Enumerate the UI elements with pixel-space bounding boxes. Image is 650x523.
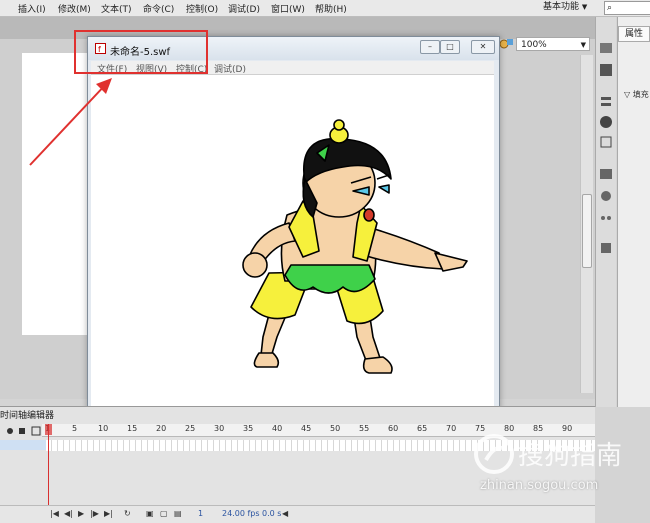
go-to-last-frame-button[interactable]: ▶|: [104, 509, 113, 518]
watermark-text: 搜狗指南: [518, 441, 622, 471]
playhead[interactable]: [48, 424, 49, 514]
tab-properties[interactable]: 属性: [618, 26, 650, 42]
ruler-label: 45: [301, 424, 312, 433]
color-icon[interactable]: [599, 41, 613, 55]
transform-icon[interactable]: [599, 135, 613, 149]
ruler-label: 15: [127, 424, 138, 433]
scroll-left-icon[interactable]: ◀: [282, 509, 288, 518]
loop-icon[interactable]: ↻: [124, 509, 131, 518]
timeline-controls: |◀ ◀| ▶ |▶ ▶| ↻ ▣ ▢ ▤ 1 24.00 fps 0.0 s …: [0, 505, 595, 523]
library-icon[interactable]: [599, 167, 613, 181]
fill-label: 填充: [632, 90, 649, 99]
ruler-label: 40: [272, 424, 283, 433]
ruler-label: 5: [72, 424, 78, 433]
step-back-button[interactable]: ◀|: [64, 509, 73, 518]
fill-section-label: ▽ 填充: [624, 89, 649, 100]
elapsed-time: 0.0 s: [262, 509, 282, 518]
watermark-url: zhinan.sogou.com: [480, 478, 599, 493]
history-icon[interactable]: [599, 241, 613, 255]
ruler-label: 60: [388, 424, 399, 433]
play-button[interactable]: ▶: [78, 509, 84, 518]
panel-dock: [595, 17, 616, 407]
info-icon[interactable]: [599, 115, 613, 129]
motion-presets-icon[interactable]: [599, 211, 613, 225]
ruler-label: 55: [359, 424, 370, 433]
chevron-down-icon: ▽: [624, 90, 631, 99]
layer-toggle-icons[interactable]: [6, 425, 46, 437]
onion-skin-icon[interactable]: ▣: [146, 509, 154, 518]
sogou-watermark-logo: 搜狗指南: [474, 434, 622, 474]
align-icon[interactable]: [599, 95, 613, 109]
go-to-first-frame-button[interactable]: |◀: [50, 509, 59, 518]
ruler-label: 50: [330, 424, 341, 433]
timeline-title: 时间轴编辑器: [0, 411, 55, 421]
ruler-label: 70: [446, 424, 457, 433]
swatches-icon[interactable]: [599, 63, 613, 77]
step-forward-button[interactable]: |▶: [90, 509, 99, 518]
onion-outline-icon[interactable]: ▢: [160, 509, 168, 518]
ruler-label: 10: [98, 424, 109, 433]
ruler-label: 20: [156, 424, 167, 433]
frame-rate[interactable]: 24.00 fps: [222, 509, 260, 518]
edit-multiple-frames-icon[interactable]: ▤: [174, 509, 182, 518]
properties-panel: 属性 ▽ 填充: [617, 17, 650, 407]
layer-row[interactable]: [0, 440, 46, 450]
ruler-label: 25: [185, 424, 196, 433]
ruler-label: 30: [214, 424, 225, 433]
components-icon[interactable]: [599, 189, 613, 203]
current-frame: 1: [198, 509, 204, 518]
ruler-label: 65: [417, 424, 428, 433]
ruler-label: 35: [243, 424, 254, 433]
